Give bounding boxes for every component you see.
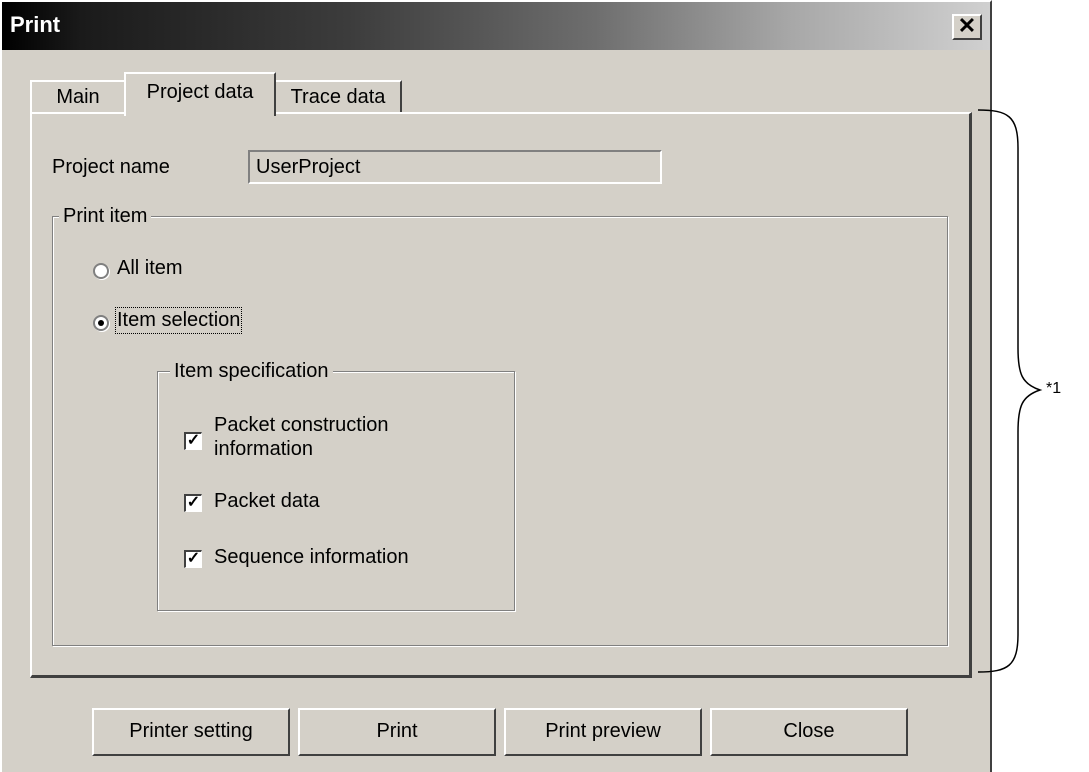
checkbox-packet-data-label[interactable]: Packet data bbox=[214, 490, 320, 513]
checkbox-sequence-information-label[interactable]: Sequence information bbox=[214, 546, 409, 569]
close-window-button[interactable]: ✕ bbox=[952, 14, 982, 40]
checkbox-packet-construction-label-line2[interactable]: information bbox=[214, 438, 313, 461]
tab-panel-project-data: Project name UserProject Print item All … bbox=[30, 112, 972, 678]
check-mark-icon: ✓ bbox=[186, 432, 201, 449]
close-button[interactable]: Close bbox=[710, 708, 908, 756]
radio-item-selection-label[interactable]: Item selection bbox=[114, 307, 243, 334]
title-bar[interactable]: Print ✕ bbox=[2, 2, 990, 50]
check-mark-icon: ✓ bbox=[186, 550, 201, 567]
checkbox-packet-data[interactable]: ✓ bbox=[184, 494, 202, 512]
print-button[interactable]: Print bbox=[298, 708, 496, 756]
checkbox-packet-construction[interactable]: ✓ bbox=[184, 432, 202, 450]
print-button-label: Print bbox=[376, 720, 418, 742]
printer-setting-button-label: Printer setting bbox=[129, 720, 253, 742]
project-name-field[interactable]: UserProject bbox=[248, 150, 662, 184]
print-item-group: Print item All item Item selection Item … bbox=[52, 205, 948, 646]
tab-project-data[interactable]: Project data bbox=[124, 72, 276, 116]
print-preview-button-label: Print preview bbox=[545, 720, 661, 742]
item-specification-legend: Item specification bbox=[170, 360, 333, 382]
checkbox-packet-construction-label-line1[interactable]: Packet construction bbox=[214, 414, 389, 437]
printer-setting-button[interactable]: Printer setting bbox=[92, 708, 290, 756]
check-mark-icon: ✓ bbox=[186, 494, 201, 511]
annotation-label: *1 bbox=[1046, 380, 1062, 397]
tab-project-data-label: Project data bbox=[146, 81, 254, 103]
item-specification-group: Item specification ✓ Packet construction… bbox=[157, 360, 515, 611]
project-name-value: UserProject bbox=[256, 156, 361, 178]
tab-main[interactable]: Main bbox=[30, 80, 126, 114]
close-icon: ✕ bbox=[957, 13, 977, 38]
tab-main-label: Main bbox=[56, 86, 100, 108]
radio-all-item-button[interactable] bbox=[93, 263, 109, 279]
curly-brace bbox=[977, 109, 1043, 673]
close-button-label: Close bbox=[783, 720, 835, 742]
checkbox-sequence-information[interactable]: ✓ bbox=[184, 550, 202, 568]
brace-path bbox=[977, 109, 1043, 673]
print-dialog: Print ✕ Main Project data Trace data Pro… bbox=[0, 0, 992, 772]
window-title: Print bbox=[10, 12, 61, 37]
radio-item-selection-button[interactable] bbox=[93, 315, 109, 331]
tab-trace-data-label: Trace data bbox=[290, 86, 386, 108]
radio-all-item-label[interactable]: All item bbox=[117, 257, 183, 280]
print-preview-button[interactable]: Print preview bbox=[504, 708, 702, 756]
project-name-label: Project name bbox=[52, 156, 170, 178]
print-item-legend: Print item bbox=[59, 205, 152, 227]
tab-trace-data[interactable]: Trace data bbox=[274, 80, 402, 114]
